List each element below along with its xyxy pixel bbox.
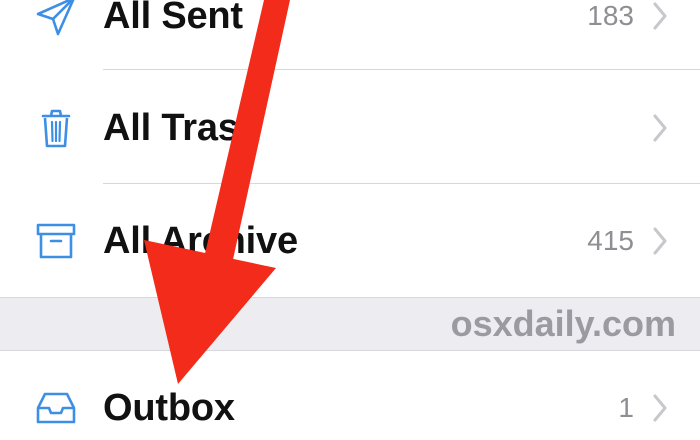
mailbox-count: 415 xyxy=(587,225,634,256)
chevron-right-icon xyxy=(650,226,670,256)
mailbox-label: All Trash xyxy=(103,107,262,149)
mailbox-list: All Sent 183 All Trash All Archive 415 o… xyxy=(0,0,700,440)
mailbox-label: Outbox xyxy=(103,387,235,429)
chevron-right-icon xyxy=(650,1,670,31)
mailbox-label: All Archive xyxy=(103,220,298,262)
mailbox-row-all-sent[interactable]: All Sent 183 xyxy=(0,0,700,72)
mailbox-row-outbox[interactable]: Outbox 1 xyxy=(0,351,700,440)
trash-icon xyxy=(34,106,78,150)
inbox-tray-icon xyxy=(34,386,78,430)
paper-plane-icon xyxy=(34,0,78,38)
mailbox-row-all-trash[interactable]: All Trash xyxy=(0,70,700,182)
archive-box-icon xyxy=(34,219,78,263)
chevron-right-icon xyxy=(650,113,670,143)
mailbox-count: 183 xyxy=(587,0,634,31)
mailbox-row-all-archive[interactable]: All Archive 415 xyxy=(0,184,700,296)
mailbox-label: All Sent xyxy=(103,0,243,37)
chevron-right-icon xyxy=(650,393,670,423)
watermark: osxdaily.com xyxy=(450,303,676,344)
mailbox-count: 1 xyxy=(618,392,634,423)
